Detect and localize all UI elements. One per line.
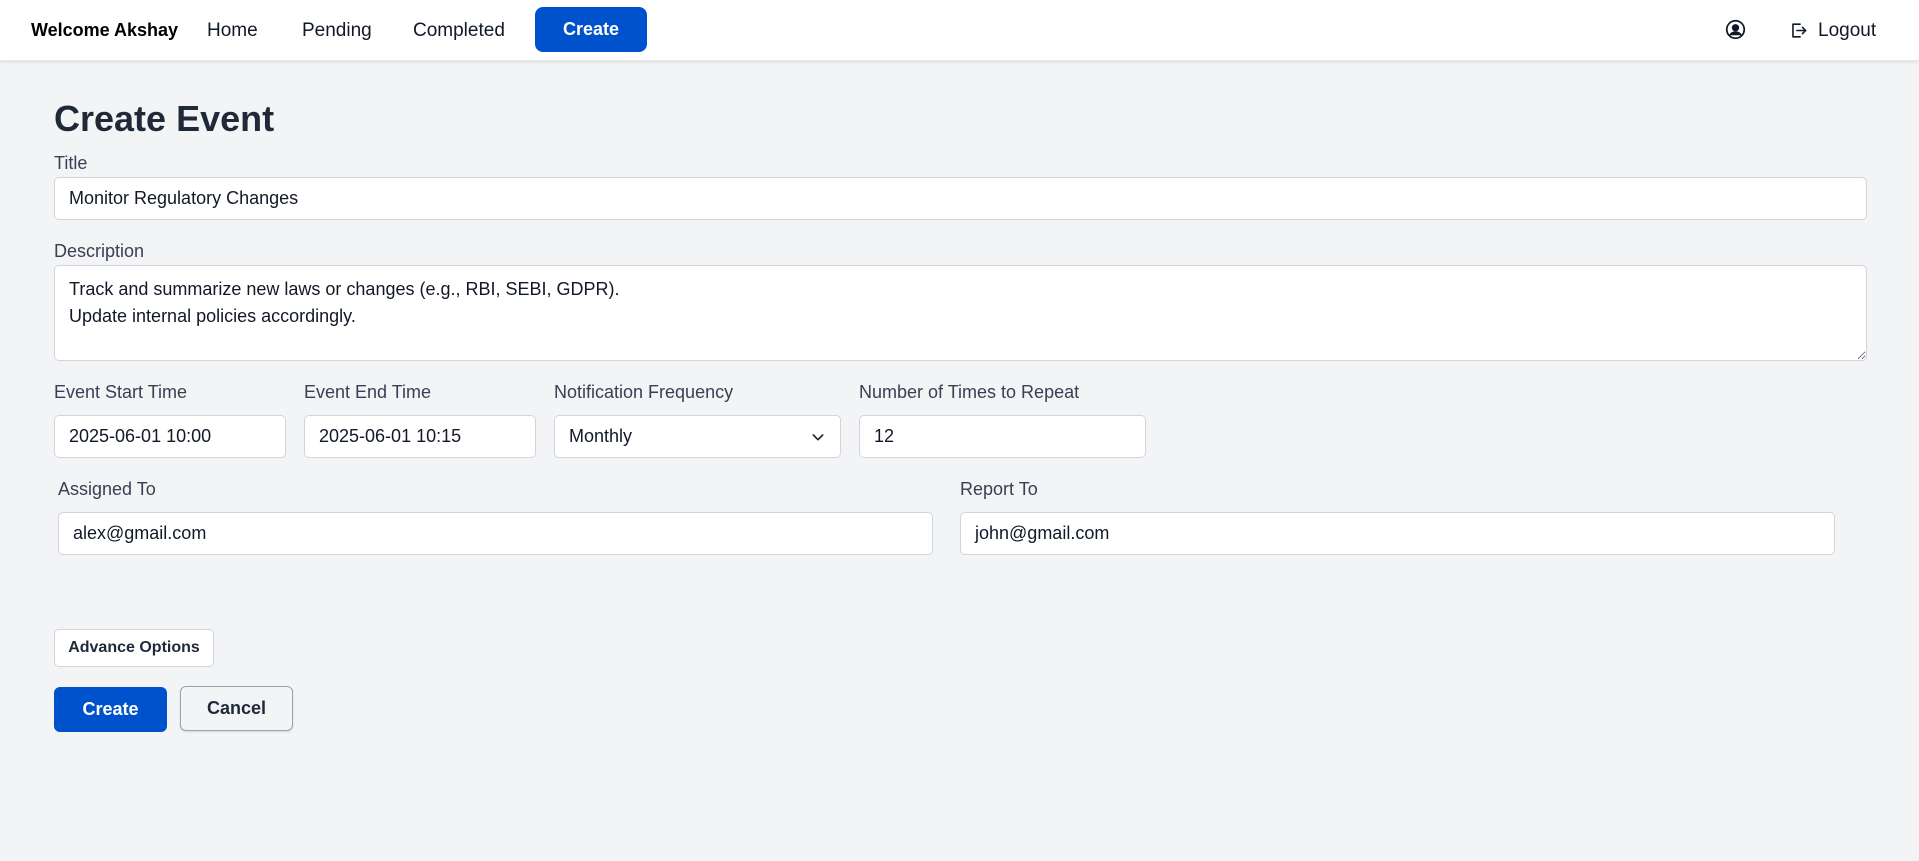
- assigned-to-input[interactable]: alex@gmail.com: [58, 512, 933, 555]
- report-to-input[interactable]: john@gmail.com: [960, 512, 1835, 555]
- end-time-input[interactable]: 2025-06-01 10:15: [304, 415, 536, 458]
- page-title: Create Event: [54, 98, 275, 139]
- repeat-count-input[interactable]: 12: [859, 415, 1146, 458]
- cancel-button[interactable]: Cancel: [180, 686, 293, 731]
- chevron-down-icon: [812, 433, 824, 440]
- logout-button[interactable]: Logout: [1789, 0, 1876, 61]
- nav-create-button[interactable]: Create: [535, 7, 647, 52]
- logout-label: Logout: [1818, 19, 1877, 41]
- description-label: Description: [54, 241, 145, 261]
- start-time-input[interactable]: 2025-06-01 10:00: [54, 415, 286, 458]
- assigned-to-label: Assigned To: [58, 479, 156, 499]
- create-button[interactable]: Create: [54, 687, 167, 732]
- start-time-label: Event Start Time: [54, 382, 188, 402]
- frequency-selected-value: Monthly: [569, 426, 633, 446]
- title-label: Title: [54, 153, 88, 173]
- logout-icon: [1792, 23, 1807, 38]
- welcome-text: Welcome Akshay: [31, 20, 179, 40]
- end-time-label: Event End Time: [304, 382, 432, 402]
- frequency-select[interactable]: Monthly: [554, 415, 841, 458]
- nav-completed-link[interactable]: Completed: [413, 0, 505, 61]
- user-circle-icon[interactable]: [1725, 19, 1746, 40]
- description-textarea[interactable]: [54, 265, 1867, 361]
- nav-pending-link[interactable]: Pending: [302, 0, 372, 61]
- repeat-label: Number of Times to Repeat: [859, 382, 1080, 402]
- frequency-label: Notification Frequency: [554, 382, 734, 402]
- advance-options-button[interactable]: Advance Options: [54, 629, 214, 667]
- top-navbar: Welcome Akshay Home Pending Completed Cr…: [0, 0, 1919, 61]
- report-to-label: Report To: [960, 479, 1038, 499]
- title-input[interactable]: Monitor Regulatory Changes: [54, 177, 1867, 220]
- nav-home-link[interactable]: Home: [207, 0, 258, 61]
